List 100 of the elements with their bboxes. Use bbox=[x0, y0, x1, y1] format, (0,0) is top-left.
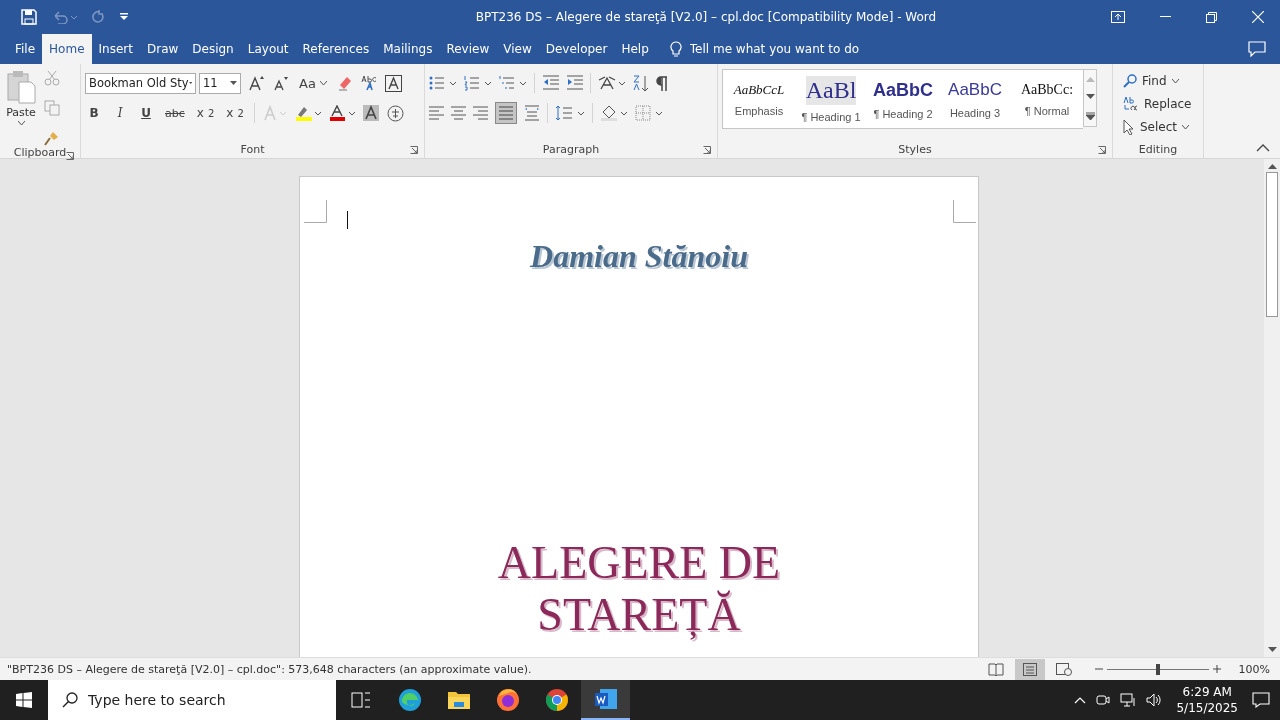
author-name: Damian Stănoiu bbox=[529, 238, 749, 275]
caret-icon bbox=[1182, 124, 1190, 129]
ribbon-tab[interactable]: Insert bbox=[91, 34, 140, 64]
ribbon-tab[interactable]: Home bbox=[42, 34, 92, 64]
font-size-field[interactable]: 11 bbox=[199, 72, 241, 94]
comments-icon[interactable] bbox=[1248, 41, 1266, 57]
increase-indent-icon[interactable] bbox=[566, 75, 583, 91]
pilcrow-icon[interactable] bbox=[656, 75, 668, 91]
editing-button[interactable]: Select bbox=[1117, 116, 1199, 137]
more-icon[interactable] bbox=[1085, 112, 1095, 120]
chevron-icon[interactable] bbox=[1074, 696, 1087, 704]
caret-icon bbox=[17, 121, 25, 125]
font-name-field[interactable]: Bookman Old Sty bbox=[85, 72, 196, 94]
style-preview: AaBbC bbox=[873, 78, 933, 102]
editing-button[interactable]: Replace bbox=[1117, 93, 1199, 114]
spelling-icon[interactable] bbox=[360, 75, 377, 91]
scroll-down-icon[interactable] bbox=[1267, 647, 1277, 653]
taskbar-search-field[interactable]: Type here to search bbox=[48, 680, 336, 720]
notifications-icon[interactable] bbox=[1252, 692, 1270, 708]
sort-icon[interactable] bbox=[633, 74, 649, 92]
tell-me-field[interactable]: Tell me what you want to do bbox=[687, 40, 922, 58]
paint-bucket-icon[interactable] bbox=[600, 105, 628, 121]
text-direction-icon[interactable] bbox=[598, 75, 626, 91]
dialog-launcher-icon[interactable] bbox=[703, 146, 711, 154]
style-name: ¶ Heading 1 bbox=[801, 110, 861, 123]
ribbon-tab[interactable]: View bbox=[496, 34, 539, 64]
shrink-font-icon[interactable] bbox=[273, 75, 289, 91]
dialog-launcher-icon[interactable] bbox=[1098, 146, 1106, 154]
replace-icon bbox=[1123, 95, 1139, 112]
grow-font-icon[interactable] bbox=[249, 75, 265, 91]
shading-icon[interactable] bbox=[362, 105, 379, 121]
style-name: ¶ Normal bbox=[1024, 105, 1070, 117]
ribbon-tab[interactable]: Design bbox=[185, 34, 241, 64]
zoom-in-icon[interactable] bbox=[1212, 665, 1221, 673]
clock-time[interactable]: 6:29 AM bbox=[1182, 684, 1232, 700]
style-preview: AaBl bbox=[805, 75, 857, 105]
print-layout-icon[interactable] bbox=[1014, 658, 1045, 680]
ribbon-display-icon[interactable] bbox=[1111, 11, 1125, 23]
restore-icon[interactable] bbox=[1206, 11, 1217, 23]
ribbon-tab[interactable]: Layout bbox=[240, 34, 296, 64]
meet-now-icon[interactable] bbox=[1096, 693, 1111, 707]
caret-icon bbox=[1171, 78, 1179, 83]
scroll-up-icon[interactable] bbox=[1267, 163, 1277, 169]
ribbon-tab[interactable]: Review bbox=[439, 34, 497, 64]
ribbon-tab[interactable]: File bbox=[8, 34, 43, 64]
dropdown-arrow-icon[interactable] bbox=[230, 81, 237, 85]
paste-button[interactable]: Paste bbox=[4, 68, 38, 146]
format-painter-icon[interactable] bbox=[44, 130, 60, 146]
ribbon-tab[interactable]: Developer bbox=[538, 34, 615, 64]
editing-button[interactable]: Find bbox=[1117, 70, 1199, 91]
ribbon-tab[interactable]: Draw bbox=[139, 34, 186, 64]
margin-corner-mark bbox=[952, 200, 976, 224]
collapse-ribbon-icon[interactable] bbox=[1256, 144, 1270, 152]
margin-corner-mark bbox=[304, 200, 328, 224]
decrease-indent-icon[interactable] bbox=[542, 75, 559, 91]
close-icon[interactable] bbox=[1252, 11, 1264, 23]
dropdown-arrow-icon[interactable] bbox=[188, 81, 192, 85]
clipboard-icon bbox=[6, 70, 36, 104]
line-spacing-icon[interactable] bbox=[555, 105, 585, 121]
minimize-icon[interactable] bbox=[1160, 16, 1171, 18]
numbering-icon[interactable] bbox=[464, 75, 492, 91]
style-preview: AaBbC bbox=[948, 79, 1002, 101]
dialog-launcher-icon[interactable] bbox=[410, 146, 418, 154]
network-icon[interactable] bbox=[1120, 693, 1137, 707]
style-name: Heading 3 bbox=[949, 107, 1001, 119]
document-title: ALEGERE DE bbox=[497, 537, 781, 589]
multilevel-list-icon[interactable] bbox=[499, 75, 527, 91]
text-box-icon[interactable] bbox=[384, 74, 402, 92]
ribbon-tab[interactable]: References bbox=[295, 34, 377, 64]
enclose-character-icon[interactable] bbox=[386, 104, 404, 122]
font-color-icon[interactable] bbox=[328, 105, 355, 121]
word-taskbar-icon[interactable] bbox=[581, 680, 630, 720]
windows-logo-icon[interactable] bbox=[16, 692, 32, 708]
format-button[interactable]: abc bbox=[163, 106, 187, 120]
format-button[interactable]: I bbox=[111, 106, 129, 120]
style-preview: AaBbCc: bbox=[1020, 81, 1074, 99]
style-preview: AaBbCcL bbox=[733, 81, 785, 99]
highlighter-icon[interactable] bbox=[294, 105, 321, 121]
dialog-launcher-icon[interactable] bbox=[66, 152, 74, 160]
style-name: ¶ Heading 2 bbox=[873, 107, 933, 120]
format-button[interactable]: U bbox=[137, 106, 155, 120]
eraser-icon[interactable] bbox=[336, 75, 353, 91]
vertical-scrollbar[interactable] bbox=[1264, 159, 1280, 657]
bullets-icon[interactable] bbox=[429, 75, 457, 91]
scroll-thumb[interactable] bbox=[1266, 172, 1278, 317]
caret-icon bbox=[319, 81, 327, 85]
save-icon[interactable] bbox=[21, 9, 37, 25]
volume-icon[interactable] bbox=[1146, 693, 1163, 707]
ribbon-tab[interactable]: Help bbox=[614, 34, 656, 64]
style-name: Emphasis bbox=[734, 105, 784, 117]
status-text: "BPT236 DS – Alegere de stareţă [V2.0] – cpl.doc": 573,648 characters (an approximate value). bbox=[6, 662, 533, 676]
change-case-button[interactable]: Aa bbox=[297, 75, 329, 91]
scroll-down-icon[interactable] bbox=[1085, 94, 1095, 100]
customize-icon[interactable] bbox=[119, 12, 129, 22]
zoom-level[interactable]: 100% bbox=[1238, 662, 1270, 676]
ribbon-tab[interactable]: Mailings bbox=[376, 34, 440, 64]
clock-date[interactable]: 5/15/2025 bbox=[1176, 700, 1238, 716]
group-label: Paragraph bbox=[542, 142, 600, 156]
zoom-slider[interactable] bbox=[1106, 663, 1209, 675]
format-button[interactable]: B bbox=[85, 106, 103, 120]
